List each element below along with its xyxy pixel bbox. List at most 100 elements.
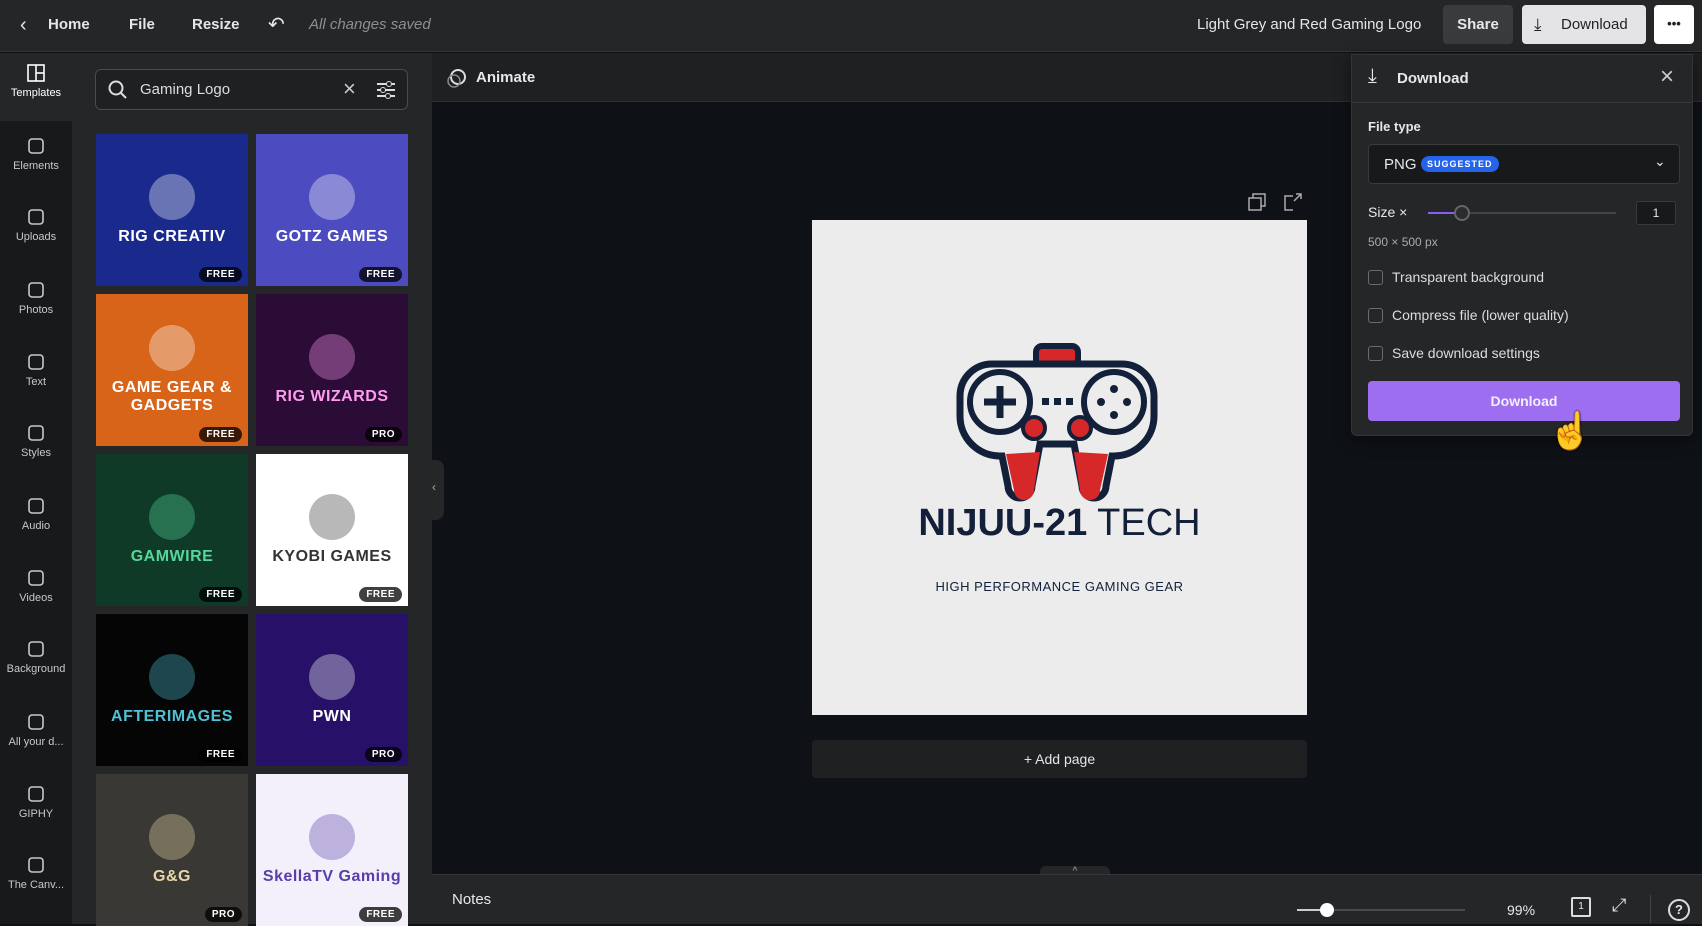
template-title: AFTERIMAGES xyxy=(111,708,233,726)
template-art xyxy=(309,174,355,220)
template-art xyxy=(309,814,355,860)
rail-item-the-canv-[interactable]: The Canv... xyxy=(0,845,72,913)
folder-icon xyxy=(26,855,46,875)
more-options-button[interactable]: ••• xyxy=(1654,5,1694,44)
gamepad-logo xyxy=(952,342,1162,504)
help-button[interactable]: ? xyxy=(1668,899,1690,921)
rail-label: Templates xyxy=(11,87,61,99)
template-thumbnail[interactable]: AFTERIMAGESFREE xyxy=(96,614,248,766)
rail-label: The Canv... xyxy=(8,879,64,891)
rail-label: Uploads xyxy=(16,231,56,243)
rail-item-elements[interactable]: Elements xyxy=(0,126,72,194)
template-thumbnail[interactable]: PWNPRO xyxy=(256,614,408,766)
rail-item-audio[interactable]: Audio xyxy=(0,486,72,554)
download-icon: ⤓ xyxy=(1534,5,1542,44)
undo-icon[interactable]: ↶ xyxy=(268,0,285,52)
rail-label: Audio xyxy=(22,520,50,532)
rail-label: Videos xyxy=(19,592,52,604)
template-title: G&G xyxy=(153,868,191,886)
template-art xyxy=(309,494,355,540)
rail-item-all-your-d-[interactable]: All your d... xyxy=(0,702,72,770)
template-art xyxy=(309,654,355,700)
filter-icon[interactable] xyxy=(376,80,396,100)
rail-item-videos[interactable]: Videos xyxy=(0,558,72,626)
rail-item-background[interactable]: Background xyxy=(0,629,72,697)
chevron-left-icon[interactable]: ‹ xyxy=(20,0,27,52)
size-label: Size × xyxy=(1368,204,1407,220)
size-slider[interactable] xyxy=(1428,212,1616,214)
template-art xyxy=(309,334,355,380)
template-art xyxy=(149,814,195,860)
page-count-button[interactable]: 1 xyxy=(1571,897,1591,917)
panel-title: Download xyxy=(1397,70,1469,87)
dimensions: 500 × 500 px xyxy=(1368,235,1438,249)
template-thumbnail[interactable]: GOTZ GAMESFREE xyxy=(256,134,408,286)
file-type-select[interactable]: PNG SUGGESTED ⌄ xyxy=(1368,144,1680,184)
pro-badge: PRO xyxy=(205,907,242,922)
compress-checkbox[interactable] xyxy=(1368,308,1383,323)
add-page-icon[interactable] xyxy=(1284,193,1302,211)
zoom-level[interactable]: 99% xyxy=(1507,902,1535,918)
transparent-checkbox[interactable] xyxy=(1368,270,1383,285)
template-thumbnail[interactable]: RIG CREATIVFREE xyxy=(96,134,248,286)
suggested-badge: SUGGESTED xyxy=(1421,156,1499,172)
design-canvas[interactable]: NIJUU-21 TECH HIGH PERFORMANCE GAMING GE… xyxy=(812,220,1307,715)
transparent-label: Transparent background xyxy=(1392,269,1544,285)
save-settings-label: Save download settings xyxy=(1392,345,1540,361)
template-title: RIG WIZARDS xyxy=(275,388,388,406)
download-button[interactable]: Download xyxy=(1368,381,1680,421)
music-icon xyxy=(26,496,46,516)
download-icon: ⤓ xyxy=(1368,65,1377,88)
file-type-label: File type xyxy=(1368,119,1421,134)
bottom-bar: Notes 99% 1 ⤢ ? xyxy=(432,874,1702,924)
resize-button[interactable]: Resize xyxy=(192,0,240,52)
add-page-button[interactable]: + Add page xyxy=(812,740,1307,778)
template-thumbnail[interactable]: G&G PRO xyxy=(96,774,248,926)
rail-item-templates[interactable]: Templates xyxy=(0,53,72,121)
clear-search-icon[interactable]: × xyxy=(343,76,356,102)
template-thumbnail[interactable]: GAMWIREFREE xyxy=(96,454,248,606)
search-input[interactable]: Gaming Logo × xyxy=(95,69,408,110)
download-label: Download xyxy=(1561,5,1628,44)
template-thumbnail[interactable]: SkellaTV GamingFREE xyxy=(256,774,408,926)
rail-item-text[interactable]: Text xyxy=(0,342,72,410)
template-title: PWN xyxy=(313,708,352,726)
free-badge: FREE xyxy=(199,587,242,602)
save-status: All changes saved xyxy=(309,0,431,52)
template-thumbnail[interactable]: GAME GEAR & GADGETSFREE xyxy=(96,294,248,446)
chevron-down-icon: ⌄ xyxy=(1654,153,1666,170)
template-title: GOTZ GAMES xyxy=(276,228,389,246)
save-settings-checkbox[interactable] xyxy=(1368,346,1383,361)
design-title[interactable]: Light Grey and Red Gaming Logo xyxy=(1197,0,1421,52)
template-title: KYOBI GAMES xyxy=(272,548,391,566)
elements-icon xyxy=(26,136,46,156)
compress-label: Compress file (lower quality) xyxy=(1392,307,1569,323)
duplicate-page-icon[interactable] xyxy=(1248,193,1266,211)
rail-item-uploads[interactable]: Uploads xyxy=(0,197,72,265)
download-top-button[interactable]: ⤓ Download xyxy=(1522,5,1646,44)
rail-item-styles[interactable]: Styles xyxy=(0,413,72,481)
zoom-slider[interactable] xyxy=(1297,909,1465,911)
rail-item-photos[interactable]: Photos xyxy=(0,270,72,338)
template-title: RIG CREATIV xyxy=(118,228,225,246)
rail-label: Elements xyxy=(13,160,59,172)
notes-button[interactable]: Notes xyxy=(452,891,491,908)
share-button[interactable]: Share xyxy=(1443,5,1513,44)
template-thumbnail[interactable]: KYOBI GAMES FREE xyxy=(256,454,408,606)
brand-name: NIJUU-21 TECH xyxy=(812,502,1307,545)
side-rail: Templates Elements Uploads PhotosText Styles… xyxy=(0,53,72,924)
file-menu[interactable]: File xyxy=(129,0,155,52)
templates-panel: Gaming Logo × RIG CREATIVFREEGOTZ GAMESF… xyxy=(72,53,432,924)
free-badge: FREE xyxy=(359,587,402,602)
close-icon[interactable]: × xyxy=(1660,63,1674,91)
template-thumbnail[interactable]: RIG WIZARDSPRO xyxy=(256,294,408,446)
rail-label: Styles xyxy=(21,447,51,459)
animate-button[interactable]: Animate xyxy=(476,69,535,86)
template-title: GAME GEAR & GADGETS xyxy=(96,379,248,415)
collapse-panel-button[interactable]: ‹ xyxy=(430,460,444,520)
home-button[interactable]: Home xyxy=(48,0,90,52)
size-input[interactable]: 1 xyxy=(1636,201,1676,225)
fullscreen-icon[interactable]: ⤢ xyxy=(1612,895,1626,916)
rail-label: GIPHY xyxy=(19,808,53,820)
rail-item-giphy[interactable]: GIPHY xyxy=(0,774,72,842)
